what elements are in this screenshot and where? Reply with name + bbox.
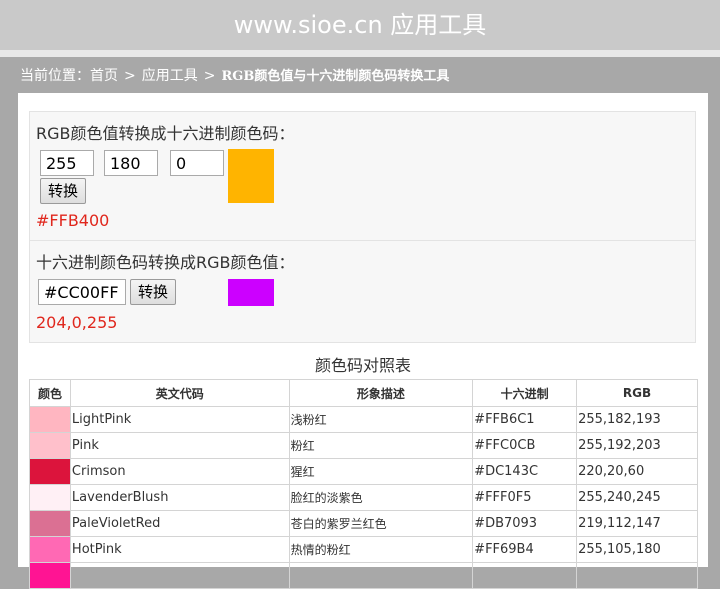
column-header-name: 英文代码 <box>69 379 290 407</box>
color-swatch-cell <box>29 510 71 537</box>
hex-to-rgb-title: 十六进制颜色码转换成RGB颜色值： <box>36 253 295 272</box>
main-content: RGB颜色值转换成十六进制颜色码： 转换 #FFB400 十六进制颜色码转换成R… <box>18 93 708 589</box>
color-name-cell: HotPink <box>69 536 290 563</box>
rgb-result-swatch <box>228 149 274 203</box>
blue-value-input[interactable] <box>170 150 224 176</box>
table-row: LavenderBlush 脸红的淡紫色 #FFF0F5 255,240,245 <box>29 484 698 511</box>
red-value-input[interactable] <box>40 150 94 176</box>
header-divider <box>0 50 720 57</box>
site-title: www.sioe.cn 应用工具 <box>233 11 487 39</box>
color-swatch-cell <box>29 536 71 563</box>
color-name-cell: Crimson <box>69 458 290 485</box>
table-header-row: 颜色 英文代码 形象描述 十六进制 RGB <box>29 379 698 407</box>
breadcrumb-prefix: 当前位置： <box>20 68 90 84</box>
hex-value-input[interactable] <box>38 279 126 305</box>
color-hex-cell: #DC143C <box>472 458 578 485</box>
breadcrumb-home-link[interactable]: 首页 <box>90 68 118 84</box>
color-name-cell: Pink <box>69 432 290 459</box>
converter-panel: RGB颜色值转换成十六进制颜色码： 转换 #FFB400 十六进制颜色码转换成R… <box>29 111 696 343</box>
color-swatch-cell <box>29 484 71 511</box>
color-hex-cell: #FFC0CB <box>472 432 578 459</box>
color-name-cell: LightPink <box>69 406 290 433</box>
hex-result-text: #FFB400 <box>36 211 110 230</box>
hex-convert-button[interactable]: 转换 <box>130 279 177 305</box>
color-description-cell: 猩红 <box>288 458 474 485</box>
color-rgb-cell: 255,105,180 <box>576 536 698 563</box>
table-row: Pink 粉红 #FFC0CB 255,192,203 <box>29 432 698 459</box>
breadcrumb-separator: > <box>203 68 216 84</box>
color-hex-cell <box>472 562 578 589</box>
hex-result-swatch <box>228 279 274 306</box>
color-table-caption: 颜色码对照表 <box>314 356 411 375</box>
section-divider <box>30 240 695 241</box>
color-description-cell: 粉红 <box>288 432 474 459</box>
color-hex-cell: #FFB6C1 <box>472 406 578 433</box>
table-row: PaleVioletRed 苍白的紫罗兰红色 #DB7093 219,112,147 <box>29 510 698 537</box>
color-rgb-cell: 255,240,245 <box>576 484 698 511</box>
color-hex-cell: #FFF0F5 <box>472 484 578 511</box>
rgb-convert-button[interactable]: 转换 <box>40 178 87 204</box>
color-description-cell: 脸红的淡紫色 <box>288 484 474 511</box>
column-header-hex: 十六进制 <box>472 379 578 407</box>
color-swatch-cell <box>29 432 71 459</box>
breadcrumb: 当前位置：首页 > 应用工具 > RGB颜色值与十六进制颜色码转换工具 <box>20 66 449 87</box>
color-rgb-cell: 220,20,60 <box>576 458 698 485</box>
color-description-cell: 苍白的紫罗兰红色 <box>288 510 474 537</box>
color-hex-cell: #FF69B4 <box>472 536 578 563</box>
column-header-description: 形象描述 <box>288 379 474 407</box>
color-description-cell <box>288 562 474 589</box>
table-row: LightPink 浅粉红 #FFB6C1 255,182,193 <box>29 406 698 433</box>
green-value-input[interactable] <box>104 150 158 176</box>
breadcrumb-tools-link[interactable]: 应用工具 <box>142 68 198 84</box>
rgb-result-text: 204,0,255 <box>36 313 118 332</box>
color-rgb-cell <box>576 562 698 589</box>
table-row <box>29 562 698 589</box>
color-hex-cell: #DB7093 <box>472 510 578 537</box>
color-name-cell: LavenderBlush <box>69 484 290 511</box>
color-swatch-cell <box>29 458 71 485</box>
color-description-cell: 热情的粉红 <box>288 536 474 563</box>
top-header-bar: www.sioe.cn 应用工具 <box>0 0 720 50</box>
color-name-cell <box>69 562 290 589</box>
color-swatch-cell <box>29 406 71 433</box>
color-rgb-cell: 255,182,193 <box>576 406 698 433</box>
rgb-to-hex-title: RGB颜色值转换成十六进制颜色码： <box>36 124 295 143</box>
color-rgb-cell: 255,192,203 <box>576 432 698 459</box>
color-rgb-cell: 219,112,147 <box>576 510 698 537</box>
color-name-cell: PaleVioletRed <box>69 510 290 537</box>
column-header-rgb: RGB <box>576 379 698 407</box>
table-row: Crimson 猩红 #DC143C 220,20,60 <box>29 458 698 485</box>
color-description-cell: 浅粉红 <box>288 406 474 433</box>
breadcrumb-current: RGB颜色值与十六进制颜色码转换工具 <box>221 69 450 84</box>
color-reference-table: 颜色 英文代码 形象描述 十六进制 RGB LightPink 浅粉红 #FFB6C… <box>29 379 698 589</box>
table-row: HotPink 热情的粉红 #FF69B4 255,105,180 <box>29 536 698 563</box>
breadcrumb-separator: > <box>124 68 136 84</box>
column-header-color: 颜色 <box>29 379 71 407</box>
color-swatch-cell <box>29 562 71 589</box>
